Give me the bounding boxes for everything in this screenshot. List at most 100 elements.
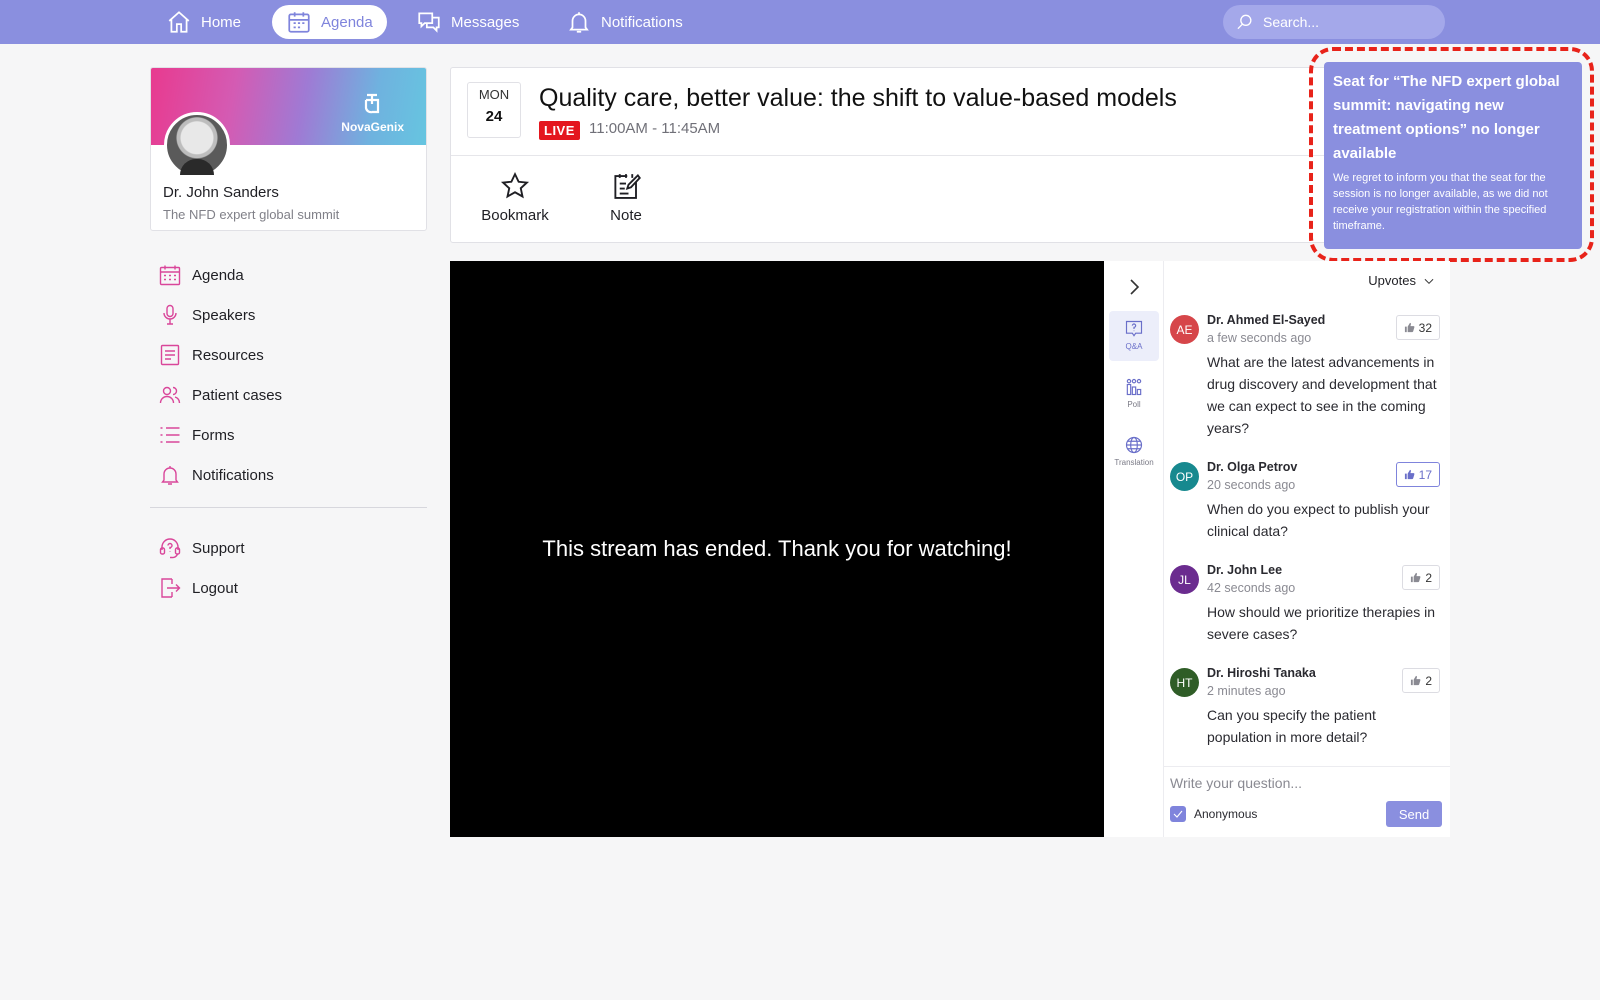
note-label: Note	[610, 207, 642, 224]
upvote-button[interactable]: 2	[1402, 565, 1440, 590]
nav-agenda[interactable]: Agenda	[272, 5, 387, 39]
tools-rail: Q&A Poll Translation	[1104, 261, 1164, 837]
novagenix-logo-icon	[364, 93, 379, 114]
qa-panel: Upvotes AE Dr. Ahmed El-Sayed a few seco…	[1164, 261, 1450, 837]
sidebar-item-label: Resources	[192, 346, 264, 364]
upvote-button[interactable]: 2	[1402, 668, 1440, 693]
sidebar-item-logout[interactable]: Logout	[158, 568, 428, 608]
upvote-button[interactable]: 32	[1395, 315, 1440, 340]
question-time: 2 minutes ago	[1207, 684, 1286, 698]
tab-poll-label: Poll	[1127, 400, 1141, 409]
chevron-down-icon	[1424, 278, 1434, 284]
check-icon	[1173, 810, 1183, 818]
anonymous-checkbox[interactable]	[1170, 806, 1186, 822]
support-icon	[159, 538, 181, 559]
thumbs-up-icon	[1404, 322, 1415, 333]
upvote-count: 2	[1425, 673, 1432, 688]
question-avatar: HT	[1170, 668, 1199, 697]
nav-messages[interactable]: Messages	[402, 5, 533, 39]
calendar-icon	[288, 12, 310, 33]
session-time: 11:00AM - 11:45AM	[589, 120, 721, 137]
question-author: Dr. John Lee	[1207, 563, 1283, 577]
question-time: 42 seconds ago	[1207, 581, 1296, 595]
bookmark-button[interactable]: Bookmark	[475, 171, 555, 224]
sidebar-item-label: Forms	[192, 426, 235, 444]
star-icon	[500, 171, 530, 199]
profile-event: The NFD expert global summit	[163, 207, 340, 222]
avatar-initials: OP	[1175, 469, 1194, 484]
microphone-icon	[163, 304, 177, 325]
question-time: 20 seconds ago	[1207, 478, 1296, 492]
sidebar-item-label: Agenda	[192, 266, 244, 284]
search-box[interactable]	[1223, 5, 1445, 39]
avatar-initials: HT	[1176, 675, 1193, 690]
notice-body: We regret to inform you that the seat fo…	[1333, 172, 1548, 232]
sidebar-secondary-menu: Support Logout	[158, 528, 428, 608]
nav-home-label: Home	[201, 13, 242, 31]
brand-name: NovaGenix	[341, 120, 404, 134]
upvote-button[interactable]: 17	[1395, 462, 1440, 487]
sidebar-item-notifications[interactable]: Notifications	[158, 455, 428, 495]
nav-home[interactable]: Home	[152, 5, 255, 39]
brand-logo: NovaGenix	[341, 90, 404, 134]
question-text: How should we prioritize therapies in se…	[1207, 604, 1435, 642]
note-button[interactable]: Note	[586, 171, 666, 224]
sidebar-item-agenda[interactable]: Agenda	[158, 255, 428, 295]
notice-title: Seat for “The NFD expert global summit: …	[1333, 73, 1560, 162]
qa-divider	[1164, 766, 1450, 767]
globe-icon	[1125, 436, 1143, 454]
messages-icon	[418, 12, 440, 33]
send-button[interactable]: Send	[1386, 801, 1442, 827]
session-header: MON 24 Quality care, better value: the s…	[450, 67, 1446, 243]
sidebar-item-patient-cases[interactable]: Patient cases	[158, 375, 428, 415]
nav-notifications[interactable]: Notifications	[552, 5, 697, 39]
sidebar-item-forms[interactable]: Forms	[158, 415, 428, 455]
tab-poll[interactable]: Poll	[1109, 369, 1159, 419]
anonymous-option: Anonymous	[1170, 806, 1257, 822]
question-text: What are the latest advancements in drug…	[1207, 354, 1437, 436]
seat-unavailable-notice: Seat for “The NFD expert global summit: …	[1324, 62, 1582, 249]
profile-card: NovaGenix Dr. John Sanders The NFD exper…	[150, 67, 427, 231]
tab-translation[interactable]: Translation	[1109, 427, 1159, 477]
question-input[interactable]	[1170, 775, 1430, 791]
sidebar-item-label: Logout	[192, 579, 238, 597]
sidebar-item-support[interactable]: Support	[158, 528, 428, 568]
tab-qa[interactable]: Q&A	[1109, 311, 1159, 361]
chevron-right-icon[interactable]	[1122, 275, 1146, 299]
sidebar-item-speakers[interactable]: Speakers	[158, 295, 428, 335]
video-player[interactable]: This stream has ended. Thank you for wat…	[450, 261, 1104, 837]
sort-label: Upvotes	[1368, 273, 1416, 288]
upvote-count: 32	[1418, 320, 1432, 335]
sidebar-item-label: Support	[192, 539, 245, 557]
profile-name: Dr. John Sanders	[163, 184, 279, 201]
bell-icon	[161, 466, 179, 485]
list-icon	[160, 427, 180, 443]
sidebar-item-resources[interactable]: Resources	[158, 335, 428, 375]
note-icon	[614, 173, 641, 199]
home-icon	[168, 11, 190, 33]
bell-icon	[569, 12, 589, 33]
live-badge: LIVE	[539, 121, 580, 140]
question-text: Can you specify the patient population i…	[1207, 707, 1376, 745]
question-author: Dr. Hiroshi Tanaka	[1207, 666, 1316, 680]
nav-agenda-label: Agenda	[321, 13, 373, 31]
search-icon	[1237, 14, 1252, 30]
bookmark-label: Bookmark	[481, 207, 549, 224]
session-date: MON 24	[467, 82, 521, 138]
sort-dropdown[interactable]: Upvotes	[1368, 273, 1436, 288]
logout-icon	[161, 578, 181, 598]
question-time: a few seconds ago	[1207, 331, 1312, 345]
sidebar-divider	[150, 507, 427, 508]
avatar[interactable]	[164, 112, 230, 178]
qa-icon	[1125, 320, 1143, 337]
upvote-count: 17	[1418, 467, 1432, 482]
question-author: Dr. Olga Petrov	[1207, 460, 1298, 474]
sidebar-item-label: Notifications	[192, 466, 274, 484]
sidebar-item-label: Speakers	[192, 306, 256, 324]
question-text: When do you expect to publish your clini…	[1207, 501, 1430, 539]
session-day-of-week: MON	[478, 87, 510, 102]
sidebar-item-label: Patient cases	[192, 386, 283, 404]
calendar-icon	[159, 265, 181, 286]
nav-notifications-label: Notifications	[601, 13, 683, 31]
search-input[interactable]	[1263, 14, 1433, 30]
